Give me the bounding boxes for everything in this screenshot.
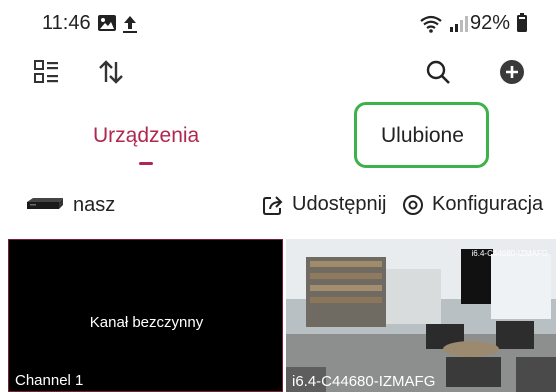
video-cell-channel-2[interactable]: i6.4-C44680-IZMAFG i6.4-C44680-IZMAFG bbox=[286, 239, 556, 392]
status-time: 11:46 bbox=[42, 12, 91, 34]
device-name[interactable]: nasz bbox=[73, 194, 115, 217]
wifi-icon bbox=[419, 14, 443, 39]
search-icon[interactable] bbox=[420, 56, 456, 88]
camera-overlay-label: i6.4-C44680-IZMAFG bbox=[471, 249, 548, 258]
configuration-label: Konfiguracja bbox=[432, 193, 544, 215]
configuration-button[interactable]: Konfiguracja bbox=[402, 193, 543, 216]
sort-icon[interactable] bbox=[93, 56, 129, 88]
channel-label: i6.4-C44680-IZMAFG bbox=[292, 373, 436, 390]
gear-icon bbox=[403, 194, 423, 215]
channel-idle-status: Kanał bezczynny bbox=[89, 314, 204, 331]
share-label: Udostępnij bbox=[292, 193, 387, 215]
tab-devices[interactable]: Urządzenia bbox=[93, 124, 199, 148]
channel-label: Channel 1 bbox=[15, 372, 84, 389]
video-cell-channel-1[interactable]: Kanał bezczynny Channel 1 bbox=[8, 239, 283, 392]
upload-icon bbox=[122, 14, 138, 39]
list-view-icon[interactable] bbox=[29, 56, 65, 88]
signal-icon bbox=[449, 15, 469, 38]
add-icon[interactable] bbox=[494, 56, 530, 88]
active-tab-indicator bbox=[139, 162, 153, 165]
share-button[interactable]: Udostępnij bbox=[262, 193, 387, 216]
nvr-device-icon bbox=[25, 196, 65, 217]
share-icon bbox=[263, 195, 283, 215]
camera-feed-image bbox=[286, 239, 556, 392]
image-icon bbox=[97, 14, 117, 37]
tab-favorites[interactable]: Ulubione bbox=[381, 124, 464, 148]
battery-icon bbox=[516, 13, 528, 38]
battery-percent: 92% bbox=[470, 12, 511, 34]
